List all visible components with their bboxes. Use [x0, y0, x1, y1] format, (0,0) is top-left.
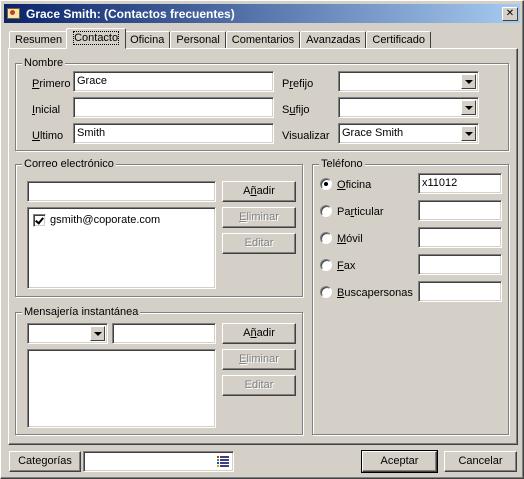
buscapersonas-radio[interactable] [320, 286, 332, 298]
primero-input[interactable]: Grace [73, 71, 274, 92]
list-item[interactable]: gsmith@coporate.com [33, 213, 160, 227]
visualizar-select[interactable]: Grace Smith [338, 123, 479, 144]
tab-avanzadas[interactable]: Avanzadas [300, 31, 367, 49]
remove-email-button[interactable]: Eliminar [222, 207, 296, 228]
correo-group: Correo electrónico Añadir gsmith@coporat… [15, 157, 303, 297]
sufijo-label: Sufijo [282, 104, 310, 116]
ultimo-label: Ultimo [32, 130, 64, 142]
email-field[interactable] [27, 181, 216, 202]
window-title: Grace Smith: (Contactos frecuentes) [26, 6, 235, 21]
categories-button[interactable]: Categorías [9, 451, 81, 472]
inicial-label: Inicial [32, 104, 61, 116]
oficina-label: Oficina [337, 179, 372, 191]
movil-radio[interactable] [320, 232, 332, 244]
close-icon[interactable]: ✕ [502, 6, 518, 21]
email-checkbox[interactable] [33, 213, 46, 227]
edit-im-button[interactable]: Editar [222, 375, 296, 396]
nombre-group: Nombre Primero Grace Inicial Ultimo Smit… [15, 56, 509, 151]
tab-personal[interactable]: Personal [170, 31, 226, 49]
edit-email-button[interactable]: Editar [222, 233, 296, 254]
category-list-icon[interactable] [217, 456, 229, 467]
categories-input[interactable] [83, 451, 234, 472]
accept-button[interactable]: Aceptar [361, 450, 438, 473]
telefono-legend: Teléfono [319, 157, 365, 171]
movil-label: Móvil [337, 233, 363, 245]
contacto-panel: Nombre Primero Grace Inicial Ultimo Smit… [8, 48, 518, 445]
tab-contacto[interactable]: Contacto [66, 28, 127, 49]
im-service-select[interactable] [27, 323, 108, 344]
fax-label: Fax [337, 260, 356, 272]
particular-phone-input[interactable] [418, 200, 502, 221]
fax-radio[interactable] [320, 259, 332, 271]
fax-phone-input[interactable] [418, 254, 502, 275]
primero-label: Primero [32, 78, 71, 90]
cancel-button[interactable]: Cancelar [444, 451, 517, 472]
ultimo-input[interactable]: Smith [73, 123, 274, 144]
contact-dialog: Grace Smith: (Contactos frecuentes) ✕ Re… [0, 0, 524, 479]
add-im-button[interactable]: Añadir [222, 323, 296, 344]
prefijo-label: Prefijo [282, 78, 314, 90]
remove-im-button[interactable]: Eliminar [222, 349, 296, 370]
mensajeria-legend: Mensajería instantánea [22, 305, 141, 319]
add-email-button[interactable]: Añadir [222, 181, 296, 202]
prefijo-select[interactable] [338, 71, 479, 92]
buscapersonas-phone-input[interactable] [418, 281, 502, 302]
title-bar: Grace Smith: (Contactos frecuentes) ✕ [4, 4, 520, 23]
tab-strip: Resumen Contacto Oficina Personal Coment… [9, 28, 431, 49]
nombre-legend: Nombre [22, 56, 66, 70]
tab-certificado[interactable]: Certificado [366, 31, 431, 49]
tab-comentarios[interactable]: Comentarios [225, 31, 301, 49]
tab-oficina[interactable]: Oficina [124, 31, 171, 49]
email-list[interactable]: gsmith@coporate.com [27, 207, 216, 289]
tab-resumen[interactable]: Resumen [9, 31, 69, 49]
im-address-input[interactable] [112, 323, 216, 344]
chevron-down-icon[interactable] [90, 326, 105, 341]
buscapersonas-label: Buscapersonas [337, 287, 413, 299]
particular-label: Particular [337, 206, 384, 218]
chevron-down-icon[interactable] [461, 126, 476, 141]
oficina-radio[interactable] [320, 178, 332, 190]
chevron-down-icon[interactable] [461, 100, 476, 115]
particular-radio[interactable] [320, 205, 332, 217]
correo-legend: Correo electrónico [22, 157, 116, 171]
im-list[interactable] [27, 349, 216, 428]
contact-card-icon [6, 6, 22, 22]
visualizar-label: Visualizar [282, 130, 330, 142]
sufijo-select[interactable] [338, 97, 479, 118]
oficina-phone-input[interactable]: x11012 [418, 173, 502, 194]
mensajeria-group: Mensajería instantánea Añadir Eliminar E… [15, 305, 303, 435]
movil-phone-input[interactable] [418, 227, 502, 248]
chevron-down-icon[interactable] [461, 74, 476, 89]
email-address: gsmith@coporate.com [50, 214, 161, 226]
inicial-input[interactable] [73, 97, 274, 118]
telefono-group: Teléfono Oficina x11012 Particular Móvil… [312, 157, 509, 435]
